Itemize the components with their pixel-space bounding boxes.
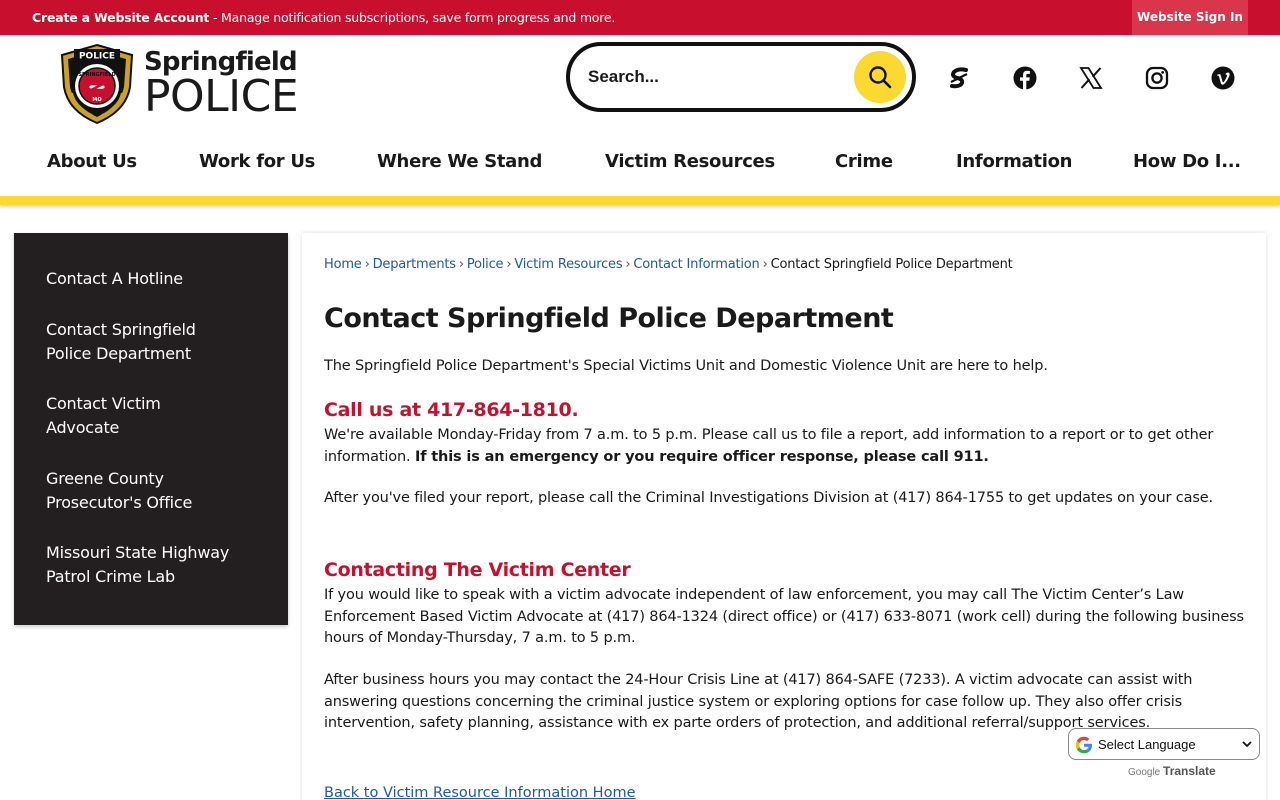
badge-top-text: POLICE (79, 52, 115, 62)
nav-about-us[interactable]: About Us (47, 151, 137, 172)
logo-word-police: POLICE (144, 71, 299, 122)
nav-information[interactable]: Information (956, 151, 1072, 172)
facebook-icon[interactable] (1012, 65, 1038, 91)
call-heading: Call us at 417-864-1810. (324, 399, 579, 421)
victim-center-text: If you would like to speak with a victim… (324, 587, 1244, 646)
x-icon[interactable] (1078, 65, 1104, 91)
search-box (566, 42, 916, 112)
account-message: Create a Website Account - Manage notifi… (32, 10, 615, 25)
language-select[interactable]: Select Language (1068, 728, 1260, 760)
breadcrumb: Home › Departments › Police › Victim Resources… (324, 257, 1013, 272)
powered-translate-text[interactable]: Translate (1163, 764, 1216, 778)
call-text: We're available Monday-Friday from 7 a.m… (324, 425, 1244, 468)
google-translate-widget: Select Language Google Translate (1068, 728, 1260, 780)
breadcrumb-home[interactable]: Home (324, 257, 362, 272)
search-icon (869, 66, 892, 89)
account-message-text: - Manage notification subscriptions, sav… (209, 10, 616, 25)
sidebar-item-mshp-crime-lab[interactable]: Missouri State Highway Patrol Crime Lab (46, 541, 256, 589)
victim-center-heading: Contacting The Victim Center (324, 559, 631, 581)
badge-ring-text: SPRINGFIELD (78, 72, 115, 78)
sidebar-item-contact-spd[interactable]: Contact Springfield Police Department (46, 318, 226, 366)
nav-crime[interactable]: Crime (835, 151, 893, 172)
instagram-icon[interactable] (1144, 65, 1170, 91)
sidebar-item-greene-county-prosecutor[interactable]: Greene County Prosecutor's Office (46, 467, 216, 515)
breadcrumb-departments[interactable]: Departments (373, 257, 456, 272)
nav-where-we-stand[interactable]: Where We Stand (377, 151, 542, 172)
breadcrumb-current: Contact Springfield Police Department (770, 257, 1013, 272)
language-select-label: Select Language (1098, 737, 1196, 752)
chevron-down-icon (1242, 741, 1252, 748)
police-badge-icon: POLICE SPRINGFIELD MO (60, 43, 134, 125)
powered-by-google: Google Translate (1128, 764, 1216, 778)
main-content: Home › Departments › Police › Victim Resources… (302, 233, 1266, 800)
springfield-police-logo[interactable]: POLICE SPRINGFIELD MO Springfield POLICE (58, 43, 299, 125)
sidebar-menu: Contact A Hotline Contact Springfield Po… (14, 233, 288, 625)
nav-work-for-us[interactable]: Work for Us (199, 151, 315, 172)
search-button[interactable] (854, 51, 906, 103)
website-sign-in-button[interactable]: Website Sign In (1132, 0, 1248, 35)
header-accent-bar (0, 196, 1280, 205)
breadcrumb-police[interactable]: Police (467, 257, 504, 272)
vimeo-icon[interactable] (1210, 65, 1236, 91)
sidebar-item-contact-victim-advocate[interactable]: Contact Victim Advocate (46, 392, 196, 440)
site-header: POLICE SPRINGFIELD MO Springfield POLICE (0, 35, 1280, 197)
emergency-notice: If this is an emergency or you require o… (414, 448, 989, 465)
powered-google-text: Google (1128, 767, 1161, 778)
page-title: Contact Springfield Police Department (324, 303, 894, 334)
logo-wordmark: Springfield POLICE (144, 47, 299, 122)
main-nav: About Us Work for Us Where We Stand Vict… (0, 147, 1280, 181)
after-hours-text: After business hours you may contact the… (324, 672, 1193, 731)
nav-victim-resources[interactable]: Victim Resources (605, 151, 775, 172)
after-report-text: After you've filed your report, please c… (324, 490, 1213, 506)
back-to-victim-resources-link[interactable]: Back to Victim Resource Information Home (324, 785, 636, 800)
breadcrumb-victim-resources[interactable]: Victim Resources (514, 257, 622, 272)
google-g-icon (1075, 736, 1092, 754)
create-account-link[interactable]: Create a Website Account (32, 10, 209, 25)
search-input[interactable] (588, 62, 838, 92)
nav-how-do-i[interactable]: How Do I... (1133, 151, 1241, 172)
sidebar-item-contact-hotline[interactable]: Contact A Hotline (46, 267, 266, 291)
top-notification-bar: Create a Website Account - Manage notifi… (0, 0, 1280, 35)
intro-text: The Springfield Police Department's Spec… (324, 358, 1048, 374)
badge-bottom-text: MO (92, 97, 101, 103)
springfield-s-icon[interactable] (946, 65, 972, 91)
breadcrumb-contact-information[interactable]: Contact Information (633, 257, 759, 272)
